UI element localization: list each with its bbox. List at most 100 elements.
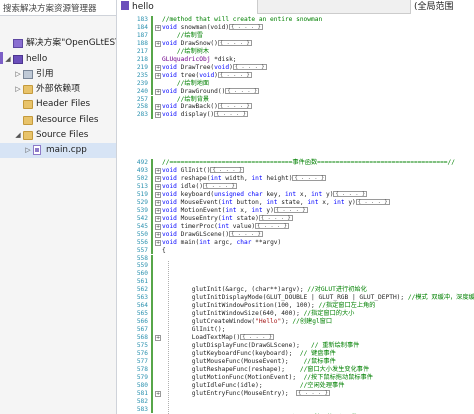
code-token: { (162, 246, 166, 254)
fold-toggle-icon[interactable]: + (155, 64, 161, 71)
tree-item-solution[interactable]: 解决方案"OpenGLtEST"(1 (0, 36, 116, 51)
code-line: glutMotionFunc(MotionEvent); //按下鼠标拖动鼠标事… (162, 374, 474, 382)
collapsed-region[interactable]: { . . . } (296, 389, 330, 396)
fold-toggle-icon[interactable]: + (155, 183, 161, 190)
code-token: //绘制地面 (162, 79, 210, 87)
collapsed-region[interactable]: { . . . } (214, 111, 248, 118)
code-token: x, (296, 190, 312, 198)
tree-item-folder[interactable]: ▷ 外部依赖项 (0, 82, 116, 97)
collapsed-region[interactable]: { . . . } (217, 39, 252, 46)
tree-item-file[interactable]: ▷ main.cpp (0, 143, 116, 158)
collapsed-region[interactable]: { . . . } (255, 222, 289, 229)
code-line: void MotionEvent(int x, int y){ . . . } (162, 206, 474, 215)
code-token: GLUquadricObj (162, 55, 211, 63)
line-number: 519 (136, 190, 148, 198)
fold-toggle-icon[interactable]: + (155, 72, 161, 79)
collapsed-region[interactable]: { . . . } (225, 87, 260, 94)
code-token: //对GLUT进行初始化 (307, 286, 367, 294)
fold-toggle-icon[interactable]: + (155, 199, 161, 206)
project-dropdown[interactable]: hello (118, 0, 258, 14)
expand-arrow-icon[interactable]: ◢ (4, 52, 12, 67)
code-line: //绘制背景 (162, 96, 474, 104)
code-token: int (284, 190, 297, 198)
change-marker (151, 182, 153, 191)
collapsed-region[interactable]: { . . . } (217, 103, 252, 110)
code-token: glutCreateWindow( (162, 318, 256, 326)
code-line: { (162, 247, 474, 255)
scope-dropdown[interactable]: (全局范围 (410, 0, 474, 14)
collapsed-region[interactable]: { . . . } (202, 182, 237, 189)
code-editor: hello (全局范围 183 184 +187 188 +217 218 219 +235 +… (118, 0, 474, 414)
fold-toggle-icon[interactable]: + (155, 191, 161, 198)
code-area[interactable]: //method that will create an entire snow… (162, 15, 474, 414)
fold-toggle-icon[interactable]: + (155, 215, 161, 222)
change-marker (151, 206, 153, 215)
code-token: int (266, 198, 278, 206)
tree-item-label: 外部依赖项 (36, 84, 80, 94)
fold-toggle-icon[interactable]: + (155, 335, 161, 341)
code-token: //method that will create an entire snow… (162, 16, 323, 23)
fold-toggle-icon[interactable]: + (155, 40, 161, 47)
tree-item-folder[interactable]: Resource Files (0, 113, 116, 128)
solution-explorer: 搜索解决方案资源管理器 解决方案"OpenGLtEST"(1◢hello▷引用▷… (0, 0, 117, 414)
collapsed-region[interactable]: { . . . } (240, 334, 275, 340)
code-line: void display(){ . . . } (162, 111, 474, 119)
collapsed-region[interactable]: { . . . } (273, 206, 308, 213)
collapsed-region[interactable]: { . . . } (258, 214, 293, 221)
fold-toggle-icon[interactable]: + (155, 24, 161, 31)
code-token: key, (262, 190, 285, 198)
change-marker (151, 47, 153, 56)
code-token: main( (176, 238, 200, 246)
collapsed-region[interactable]: { . . . } (229, 230, 263, 237)
code-token: int (307, 198, 319, 206)
code-line: void DrawBack(){ . . . } (162, 103, 474, 111)
line-number: 184 (136, 23, 148, 31)
fold-toggle-icon[interactable]: + (155, 239, 161, 246)
collapsed-region[interactable]: { . . . } (232, 63, 267, 70)
tree-item-refs[interactable]: ▷ 引用 (0, 67, 116, 82)
expand-arrow-icon[interactable]: ▷ (14, 82, 22, 97)
collapsed-region[interactable]: { . . . } (292, 175, 327, 181)
collapsed-region[interactable]: { . . . } (333, 190, 368, 197)
collapsed-region[interactable]: { . . . } (355, 198, 390, 205)
fold-toggle-icon[interactable]: + (155, 168, 161, 175)
code-line: void MouseEvent(int button, int state, i… (162, 198, 474, 207)
fold-toggle-icon[interactable]: + (155, 88, 161, 95)
code-line: glutCreateWindow("Hello"); //创建gl窗口 (162, 318, 474, 326)
code-token: //=================================事件函数=… (162, 159, 455, 167)
solution-search-box[interactable]: 搜索解决方案资源管理器 (0, 0, 116, 16)
change-marker (151, 190, 153, 199)
change-marker (151, 318, 153, 327)
change-marker (151, 63, 153, 72)
fold-toggle-icon[interactable]: + (155, 112, 161, 119)
search-label: 搜索解决方案资源管理器 (3, 4, 97, 14)
fold-toggle-icon[interactable]: + (155, 223, 161, 230)
collapsed-region[interactable]: { . . . } (217, 71, 252, 78)
collapsed-region[interactable]: { . . . } (229, 23, 263, 30)
code-token: void (199, 71, 215, 79)
tree-item-project[interactable]: ◢ hello (0, 52, 116, 67)
change-marker (151, 159, 153, 168)
code-line: void DrawSnow(){ . . . } (162, 39, 474, 48)
code-token: void (162, 103, 177, 111)
expand-arrow-icon[interactable]: ◢ (14, 128, 22, 143)
fold-toggle-icon[interactable]: + (155, 231, 161, 238)
tree-item-folder[interactable]: Header Files (0, 97, 116, 112)
fold-toggle-icon[interactable]: + (155, 104, 161, 111)
code-line: glutInitDisplayMode(GLUT_DOUBLE | GLUT_R… (162, 294, 474, 302)
fold-toggle-icon[interactable]: + (155, 176, 161, 182)
code-line: glutInitWindowSize(640, 400); //指定窗口的大小 (162, 310, 474, 318)
collapsed-region[interactable]: { . . . } (210, 167, 245, 174)
line-number: 183 (136, 16, 148, 23)
code-token: unsigned char (214, 190, 263, 198)
fold-toggle-icon[interactable]: + (155, 390, 161, 397)
expand-arrow-icon[interactable]: ▷ (14, 67, 22, 82)
expand-arrow-icon[interactable]: ▷ (24, 143, 32, 158)
code-token: DrawSnow() (176, 39, 218, 47)
fold-toggle-icon[interactable]: + (155, 207, 161, 214)
editor-navigation-bar: hello (全局范围 (118, 0, 474, 14)
tree-item-folder[interactable]: ◢ Source Files (0, 128, 116, 143)
change-marker (151, 334, 153, 342)
change-marker (151, 230, 153, 239)
